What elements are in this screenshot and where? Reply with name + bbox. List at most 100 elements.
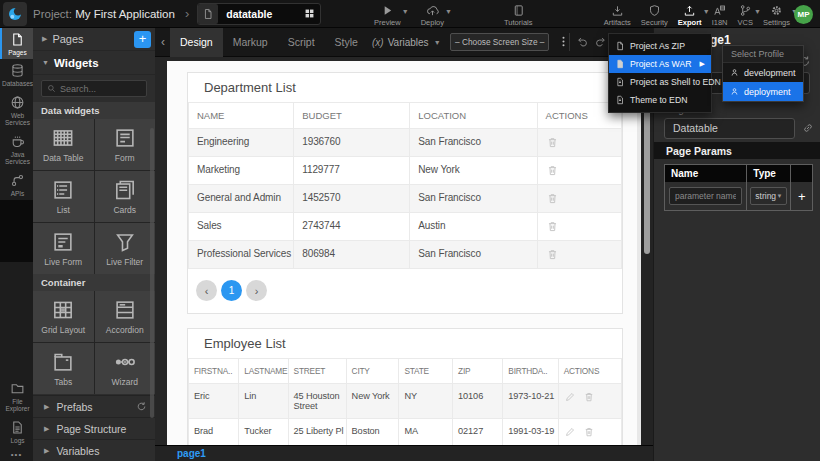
widget-tile-list[interactable]: List <box>33 171 94 222</box>
export-menu-item-theme-to-edn[interactable]: Theme to EDN <box>609 91 711 109</box>
department-list-panel[interactable]: Department List NAMEBUDGETLOCATIONACTION… <box>187 72 623 314</box>
profile-menu-item-development[interactable]: development <box>723 63 803 82</box>
emp-row[interactable]: EricLin45 Houston StreetNew YorkNY101061… <box>189 384 622 419</box>
param-type-select[interactable]: string▼ <box>750 187 787 205</box>
tab-script[interactable]: Script <box>278 28 325 57</box>
redo-button[interactable] <box>594 35 607 48</box>
project-breadcrumb[interactable]: Project: My First Application <box>33 8 175 20</box>
emp-col-header[interactable]: STREET <box>288 359 346 384</box>
rail-more-icon[interactable]: ••• <box>0 447 33 459</box>
sidebar-section-widgets[interactable]: ▼ Widgets <box>33 51 155 75</box>
pagination-next-button[interactable]: › <box>246 280 267 301</box>
dept-row[interactable]: Sales2743744Austin <box>189 213 622 241</box>
add-param-button[interactable]: + <box>791 182 812 210</box>
tab-style[interactable]: Style <box>325 28 368 57</box>
sidebar-section-pages[interactable]: ▶ Pages + <box>33 28 155 51</box>
link-icon[interactable] <box>802 122 814 134</box>
widget-tile-cards[interactable]: Cards <box>95 171 156 222</box>
department-table[interactable]: NAMEBUDGETLOCATIONACTIONS Engineering193… <box>188 102 622 269</box>
rail-item-logs[interactable]: Logs <box>0 416 33 447</box>
delete-row-icon[interactable] <box>583 426 595 438</box>
sidebar-scrollbar[interactable] <box>150 128 154 418</box>
rail-item-pages[interactable]: Pages <box>0 28 33 59</box>
topbar-item-artifacts[interactable]: Artifacts <box>604 3 631 27</box>
refresh-icon[interactable] <box>136 401 147 412</box>
rail-item-file-explorer[interactable]: File Explorer <box>0 377 33 416</box>
rail-item-apis[interactable]: APIs <box>0 169 33 200</box>
employee-list-panel[interactable]: Employee List FIRSTNA..LASTNAMESTREETCIT… <box>187 328 623 445</box>
edit-row-icon[interactable] <box>564 391 576 403</box>
topbar-item-settings[interactable]: Settings▼ <box>763 3 790 27</box>
status-page-tab[interactable]: page1 <box>177 448 206 459</box>
widget-tile-grid-layout[interactable]: Grid Layout <box>33 291 94 342</box>
emp-col-header[interactable]: ACTIONS <box>558 359 621 384</box>
dept-row[interactable]: Professional Services806984San Francisco <box>189 241 622 269</box>
tab-design[interactable]: Design <box>170 28 223 57</box>
rail-item-databases[interactable]: Databases <box>0 59 33 90</box>
delete-row-icon[interactable] <box>583 391 595 403</box>
emp-col-header[interactable]: BIRTHDA.. <box>503 359 558 384</box>
delete-row-icon[interactable] <box>546 192 617 205</box>
topbar-item-tutorials[interactable]: Tutorials <box>504 3 532 27</box>
export-menu-item-project-as-zip[interactable]: Project As ZIP <box>609 37 711 55</box>
sidebar-section-variables[interactable]: ▶Variables <box>33 439 155 461</box>
sidebar-section-prefabs[interactable]: ▶Prefabs <box>33 395 155 417</box>
widget-tile-live-filter[interactable]: Live Filter <box>95 223 156 274</box>
emp-row[interactable]: BradTucker25 Liberty PlBostonMA021271991… <box>189 419 622 446</box>
employee-table[interactable]: FIRSTNA..LASTNAMESTREETCITYSTATEZIPBIRTH… <box>188 358 622 445</box>
undo-button[interactable] <box>576 35 589 48</box>
widget-tile-live-form[interactable]: Live Form <box>33 223 94 274</box>
param-name-input[interactable] <box>669 187 742 205</box>
canvas-scrollbar[interactable] <box>641 58 653 445</box>
rail-item-java-services[interactable]: Java Services <box>0 130 33 169</box>
page-title-input[interactable] <box>664 118 795 139</box>
pages-grid-icon[interactable] <box>304 8 315 19</box>
widget-search-input[interactable] <box>60 84 141 94</box>
sidebar-section-page-structure[interactable]: ▶Page Structure <box>33 417 155 439</box>
export-menu-item-project-as-war[interactable]: Project As WAR▶ <box>609 55 711 73</box>
dept-col-header[interactable]: NAME <box>189 103 294 129</box>
topbar-item-export[interactable]: Export▼ <box>678 3 702 27</box>
dept-row[interactable]: Marketing1129777New York <box>189 157 622 185</box>
variables-dropdown[interactable]: (x)Variables▼ <box>372 28 441 57</box>
pagination-page-1[interactable]: 1 <box>221 280 242 301</box>
delete-row-icon[interactable] <box>546 164 617 177</box>
topbar-item-vcs[interactable]: VCS▼ <box>737 3 752 27</box>
widget-tile-tabs[interactable]: Tabs <box>33 343 94 394</box>
delete-row-icon[interactable] <box>546 220 617 233</box>
delete-row-icon[interactable] <box>546 136 617 149</box>
rail-item-web-services[interactable]: Web Services <box>0 91 33 130</box>
edit-row-icon[interactable] <box>564 426 576 438</box>
widget-search[interactable] <box>41 80 147 97</box>
topbar-item-deploy[interactable]: Deploy▼ <box>421 3 444 27</box>
dept-row[interactable]: General and Admin1452570San Francisco <box>189 185 622 213</box>
export-menu-item-project-as-shell-to-edn[interactable]: Project as Shell to EDN <box>609 73 711 91</box>
pagination-prev-button[interactable]: ‹ <box>196 280 217 301</box>
screen-size-select[interactable]: – Choose Screen Size –▼ <box>450 33 549 51</box>
emp-col-header[interactable]: ZIP <box>453 359 503 384</box>
widget-tile-wizard[interactable]: Wizard <box>95 343 156 394</box>
collapse-sidebar-icon[interactable]: ‹ <box>161 35 165 49</box>
avatar[interactable]: MP <box>794 5 813 24</box>
logs-icon <box>10 420 25 435</box>
topbar-item-security[interactable]: Security <box>641 3 668 27</box>
topbar-item-preview[interactable]: Preview▼ <box>374 3 401 27</box>
delete-row-icon[interactable] <box>546 248 617 261</box>
current-page-selector[interactable]: datatable <box>197 3 321 25</box>
profile-menu-item-deployment[interactable]: deployment <box>723 82 803 101</box>
design-canvas[interactable]: Department List NAMEBUDGETLOCATIONACTION… <box>167 61 637 445</box>
emp-col-header[interactable]: LASTNAME <box>239 359 288 384</box>
emp-col-header[interactable]: STATE <box>399 359 453 384</box>
tab-markup[interactable]: Markup <box>223 28 278 57</box>
widget-tile-accordion[interactable]: Accordion <box>95 291 156 342</box>
app-logo[interactable] <box>3 2 27 26</box>
widget-tile-data-table[interactable]: Data Table <box>33 119 94 170</box>
dept-row[interactable]: Engineering1936760San Francisco <box>189 129 622 157</box>
dept-col-header[interactable]: BUDGET <box>294 103 410 129</box>
widget-tile-form[interactable]: Form <box>95 119 156 170</box>
topbar-item-i18n[interactable]: I18N <box>712 3 728 27</box>
emp-col-header[interactable]: FIRSTNA.. <box>189 359 239 384</box>
add-page-button[interactable]: + <box>134 31 151 48</box>
dept-col-header[interactable]: LOCATION <box>410 103 537 129</box>
emp-col-header[interactable]: CITY <box>346 359 399 384</box>
